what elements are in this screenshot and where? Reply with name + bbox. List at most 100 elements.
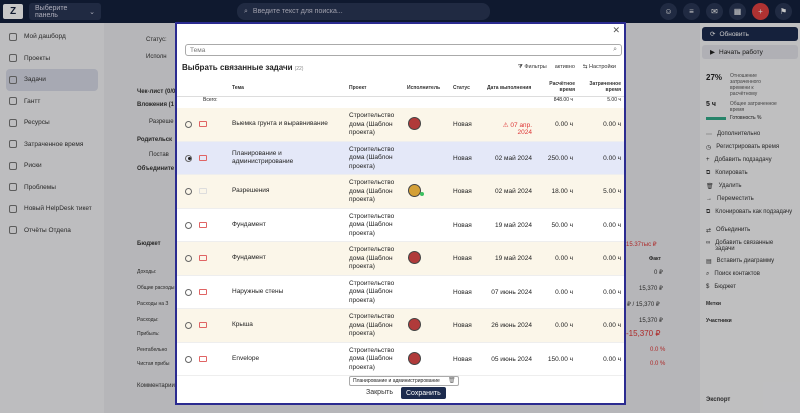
task-due-date: 19 май 2024	[487, 222, 532, 229]
table-row[interactable]: Разрешения Строительство дома (Шаблон про…	[177, 175, 624, 209]
mail-icon	[199, 322, 207, 328]
task-name[interactable]: Разрешения	[232, 187, 337, 195]
avatar	[408, 117, 421, 130]
mail-icon	[199, 355, 207, 362]
col-due[interactable]: Дата выполнения	[487, 85, 531, 91]
trash-icon[interactable]: 🗑	[448, 377, 456, 384]
table-row[interactable]: Выемка грунта и выравнивание Строительств…	[177, 108, 624, 142]
task-due-date-text: 05 июнь 2024	[491, 355, 532, 363]
task-due-date: 26 июнь 2024	[487, 322, 532, 329]
row-radio[interactable]	[185, 288, 192, 296]
task-project: Строительство дома (Шаблон проекта)	[349, 145, 395, 170]
col-status[interactable]: Статус	[453, 85, 470, 91]
mail-icon	[199, 121, 207, 127]
task-spent: 0.00 ч	[603, 355, 621, 363]
row-radio[interactable]	[185, 121, 192, 128]
col-topic[interactable]: Тема	[232, 85, 244, 91]
task-spent: 0.00 ч	[603, 121, 621, 128]
settings-icon: ⇆	[582, 64, 588, 70]
task-status: Новая	[453, 121, 472, 128]
total-est: 848.00 ч	[553, 97, 573, 103]
task-estimate: 0.00 ч	[555, 121, 573, 128]
task-status: Новая	[453, 322, 472, 329]
close-icon[interactable]: ✕	[612, 25, 620, 36]
task-estimate: 0.00 ч	[555, 255, 573, 262]
table-row[interactable]: Планирование и администрирование Строител…	[177, 141, 624, 175]
task-spent: 5.00 ч	[603, 188, 621, 195]
task-due-date-text: 26 июнь 2024	[491, 322, 532, 329]
row-radio[interactable]	[185, 221, 192, 229]
task-name[interactable]: Фундамент	[232, 254, 337, 262]
col-project[interactable]: Проект	[349, 85, 366, 91]
col-assignee[interactable]: Исполнитель	[407, 85, 440, 91]
task-name[interactable]: Наружные стены	[232, 288, 337, 296]
table-row[interactable]: Фундамент Строительство дома (Шаблон прое…	[177, 242, 624, 276]
task-name[interactable]: Крыша	[232, 321, 337, 329]
task-due-date-text: 02 май 2024	[494, 188, 532, 195]
task-estimate: 250.00 ч	[547, 154, 573, 162]
avatar	[408, 184, 421, 197]
avatar	[408, 318, 421, 331]
task-project: Строительство дома (Шаблон проекта)	[349, 346, 395, 371]
settings-label: Настройки	[589, 64, 616, 70]
table-row[interactable]: Фундамент Строительство дома (Шаблон прое…	[177, 209, 624, 242]
mail-icon	[199, 188, 207, 194]
task-estimate: 150.00 ч	[547, 355, 573, 363]
task-due-date: 02 май 2024	[487, 188, 532, 195]
dialog-title-text: Выбрать связанные задачи	[182, 63, 293, 72]
task-due-date-text: 19 май 2024	[494, 221, 532, 229]
row-radio[interactable]	[185, 355, 192, 363]
task-due-date: 02 май 2024	[487, 155, 532, 162]
task-project: Строительство дома (Шаблон проекта)	[349, 179, 395, 203]
row-radio[interactable]	[185, 255, 192, 262]
task-due-date-text: 07 апр. 2024	[510, 122, 532, 136]
task-name[interactable]: Envelope	[232, 355, 337, 363]
table-row[interactable]: Envelope Строительство дома (Шаблон проек…	[177, 343, 624, 376]
settings-button[interactable]: ⇆ Настройки	[583, 64, 616, 71]
row-radio[interactable]	[185, 188, 192, 195]
task-spent: 0.00 ч	[603, 221, 621, 229]
task-due-date-text: 19 май 2024	[494, 255, 532, 262]
task-project: Строительство дома (Шаблон проекта)	[349, 112, 395, 136]
task-status: Новая	[453, 188, 472, 195]
task-project: Строительство дома (Шаблон проекта)	[349, 246, 395, 270]
task-status: Новая	[453, 154, 472, 162]
save-button[interactable]: Сохранить	[401, 387, 446, 399]
task-estimate: 50.00 ч	[551, 221, 573, 229]
task-status: Новая	[453, 355, 472, 363]
task-count: (22)	[294, 66, 304, 72]
mail-icon	[199, 255, 207, 261]
task-project: Строительство дома (Шаблон проекта)	[349, 313, 395, 337]
task-name[interactable]: Выемка грунта и выравнивание	[232, 120, 337, 128]
modal-search-input[interactable]: Тема ⌕	[185, 44, 622, 56]
task-project: Строительство дома (Шаблон проекта)	[349, 212, 395, 237]
task-due-date: 19 май 2024	[487, 255, 532, 262]
avatar	[408, 251, 421, 264]
selected-task-chip: Планирование и администрирование	[349, 376, 459, 386]
task-due-date: ⚠ 07 апр. 2024	[487, 121, 532, 136]
task-project: Строительство дома (Шаблон проекта)	[349, 279, 395, 304]
task-name[interactable]: Фундамент	[232, 221, 337, 229]
row-radio[interactable]	[185, 154, 192, 162]
task-spent: 0.00 ч	[603, 255, 621, 262]
task-list: Выемка грунта и выравнивание Строительств…	[177, 108, 624, 376]
total-label: Всего:	[203, 97, 218, 103]
close-button[interactable]: Закрыть	[366, 389, 393, 396]
task-name[interactable]: Планирование и администрирование	[232, 150, 337, 166]
task-estimate: 0.00 ч	[555, 322, 573, 329]
task-due-date-text: 02 май 2024	[494, 154, 532, 162]
row-radio[interactable]	[185, 322, 192, 329]
table-row[interactable]: Наружные стены Строительство дома (Шаблон…	[177, 276, 624, 309]
task-status: Новая	[453, 288, 472, 296]
save-button-label: Сохранить	[406, 389, 441, 397]
filter-icon: ⧩	[517, 64, 523, 70]
col-spent[interactable]: Затраченное время	[585, 81, 621, 93]
table-row[interactable]: Крыша Строительство дома (Шаблон проекта)…	[177, 309, 624, 343]
filters-button[interactable]: ⧩ Фильтры	[518, 64, 547, 71]
task-due-date: 05 июнь 2024	[487, 356, 532, 363]
task-due-date: 07 июнь 2024	[487, 289, 532, 296]
online-status-dot	[420, 192, 424, 196]
modal-search-placeholder: Тема	[190, 46, 206, 54]
task-status: Новая	[453, 221, 472, 229]
col-est[interactable]: Расчётное время	[545, 81, 575, 93]
